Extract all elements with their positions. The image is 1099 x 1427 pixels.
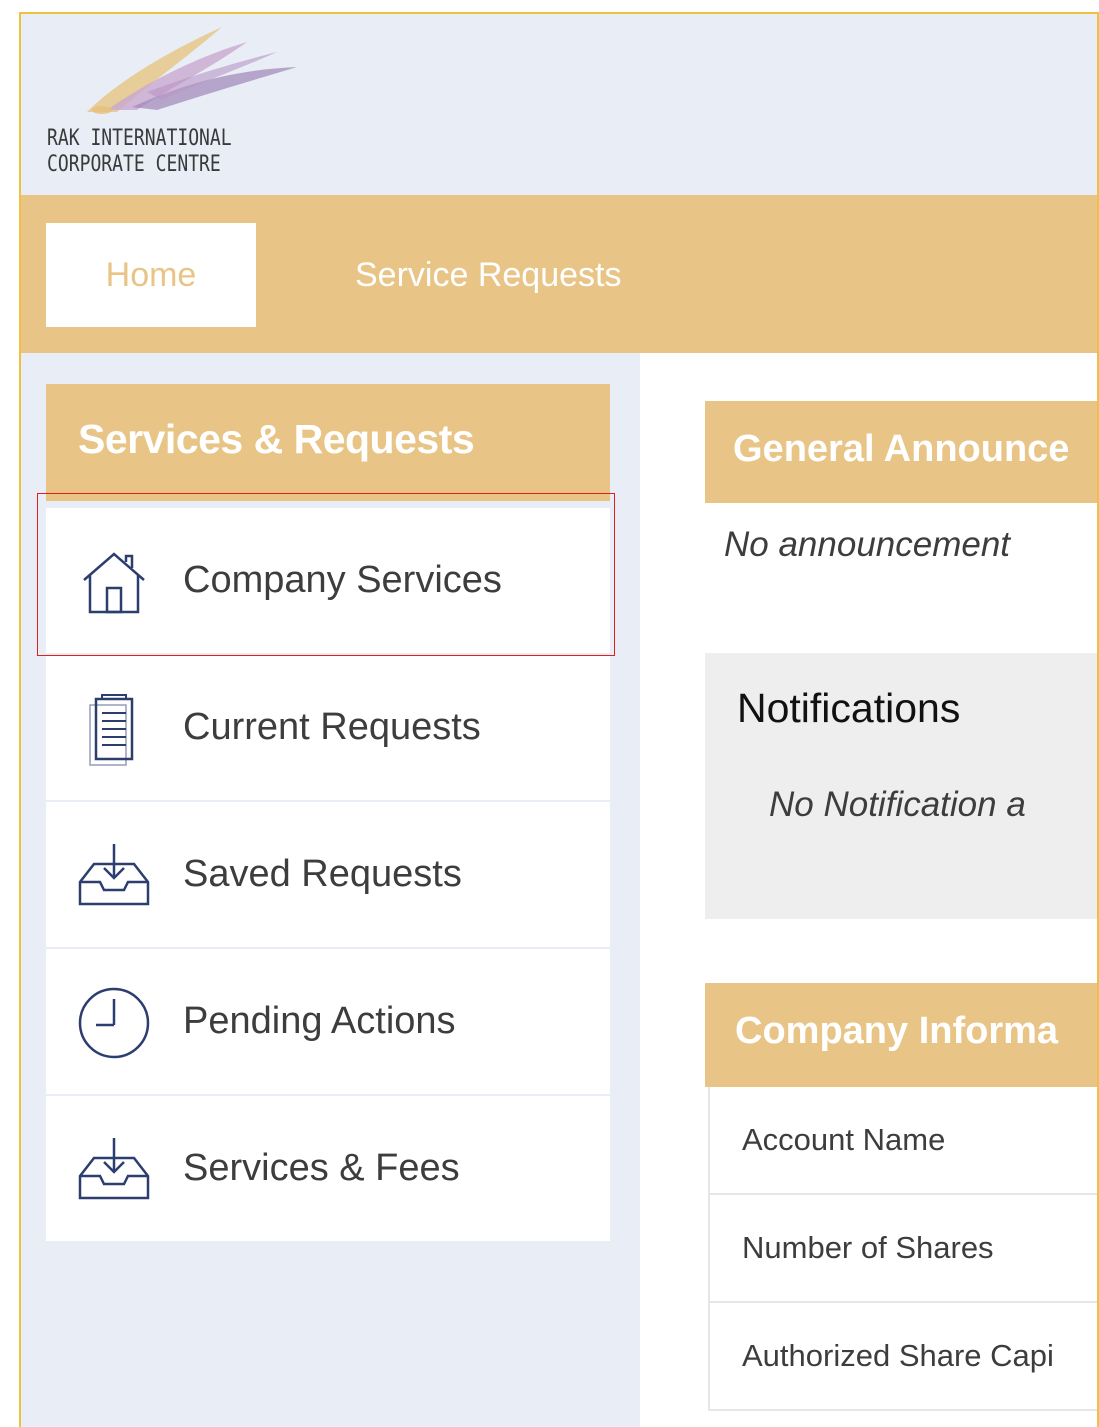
- app-frame: RAK INTERNATIONAL CORPORATE CENTRE Home …: [19, 12, 1099, 1427]
- home-icon: [83, 552, 145, 614]
- sidebar: Services & Requests Company Services Cur…: [21, 353, 640, 1427]
- tab-home-label: Home: [105, 255, 197, 294]
- notifications-empty-text: No Notification a: [769, 785, 1026, 824]
- sidebar-item-label: Current Requests: [183, 706, 481, 748]
- sidebar-title: Services & Requests: [46, 384, 610, 501]
- sidebar-item-services-fees[interactable]: Services & Fees: [46, 1096, 610, 1243]
- sidebar-item-label: Company Services: [183, 559, 502, 601]
- sidebar-item-saved-requests[interactable]: Saved Requests: [46, 802, 610, 949]
- tab-service-requests[interactable]: Service Requests: [355, 223, 621, 327]
- brand-name: RAK INTERNATIONAL CORPORATE CENTRE: [47, 126, 232, 178]
- inbox-download-icon: [78, 844, 150, 906]
- table-row: Number of Shares: [710, 1195, 1097, 1303]
- inbox-download-icon: [78, 1138, 150, 1200]
- content-area: Services & Requests Company Services Cur…: [21, 353, 1097, 1427]
- sidebar-item-current-requests[interactable]: Current Requests: [46, 655, 610, 802]
- header: RAK INTERNATIONAL CORPORATE CENTRE: [21, 14, 1097, 195]
- sidebar-item-label: Services & Fees: [183, 1147, 460, 1189]
- brand-line-1: RAK INTERNATIONAL: [47, 126, 232, 151]
- clipboard-icon: [89, 694, 134, 766]
- sidebar-item-pending-actions[interactable]: Pending Actions: [46, 949, 610, 1096]
- notifications-panel: Notifications No Notification a: [705, 653, 1097, 919]
- tab-service-requests-label: Service Requests: [355, 255, 622, 294]
- announcements-empty-text: No announcement: [724, 525, 1011, 564]
- sidebar-item-label: Pending Actions: [183, 1000, 456, 1042]
- table-row: Account Name: [710, 1087, 1097, 1195]
- company-info-table: Account Name Number of Shares Authorized…: [708, 1087, 1097, 1411]
- table-row: Authorized Share Capi: [710, 1303, 1097, 1411]
- brand-line-2: CORPORATE CENTRE: [47, 152, 221, 177]
- sidebar-item-label: Saved Requests: [183, 853, 462, 895]
- company-info-header: Company Informa: [705, 983, 1097, 1087]
- top-nav: Home Service Requests: [21, 195, 1097, 353]
- sidebar-list: Company Services Current Requests Saved …: [46, 508, 610, 1243]
- announcements-header: General Announce: [705, 401, 1097, 503]
- sidebar-item-company-services[interactable]: Company Services: [46, 508, 610, 655]
- notifications-title: Notifications: [737, 685, 961, 731]
- clock-icon: [78, 987, 150, 1059]
- tab-home[interactable]: Home: [46, 223, 256, 327]
